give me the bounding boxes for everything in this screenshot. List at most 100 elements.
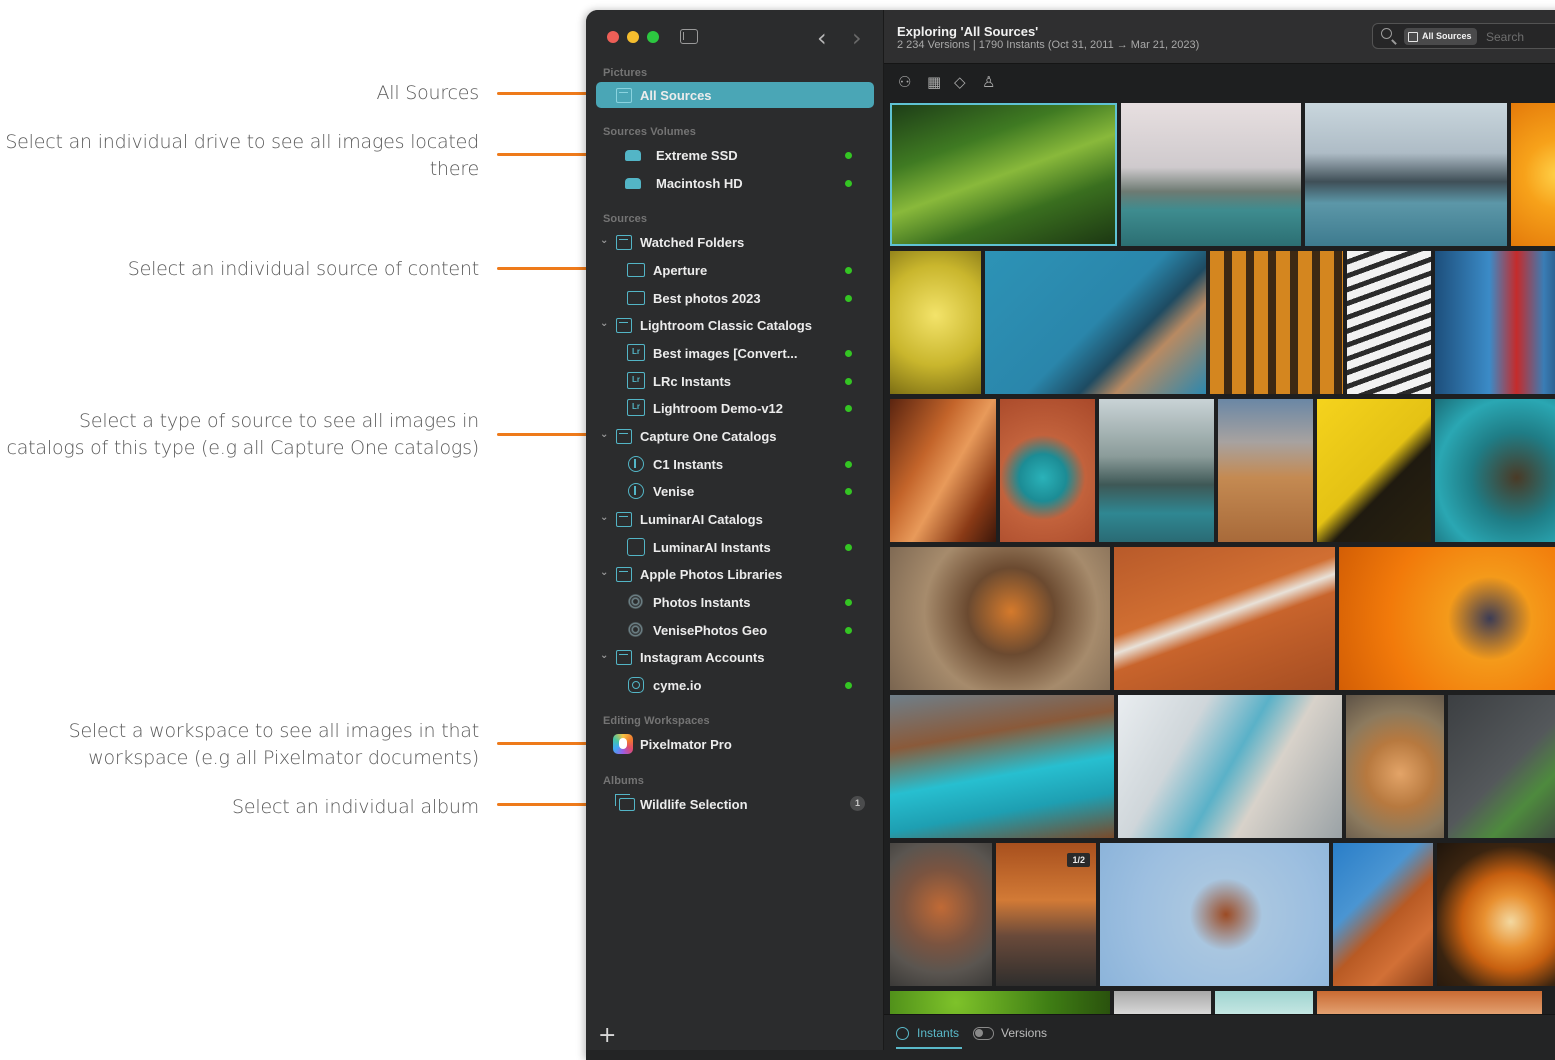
chevron-down-icon[interactable]: ⌄ (600, 650, 608, 661)
sidebar-item-best-photos-2023[interactable]: Best photos 2023 (596, 285, 874, 311)
photo-thumbnail[interactable] (1437, 843, 1555, 986)
lightroom-icon: Lr (627, 399, 645, 416)
annotation-text: Select an individual source of content (127, 258, 479, 280)
sidebar-item-label: Apple Photos Libraries (640, 566, 783, 582)
photo-thumbnail[interactable] (1114, 547, 1335, 690)
sidebar-item-label: cyme.io (653, 677, 702, 693)
sidebar-item-capture-one-catalogs[interactable]: ⌄ Capture One Catalogs (596, 423, 874, 449)
sidebar-item-wildlife-selection[interactable]: Wildlife Selection 1 (596, 791, 874, 817)
sidebar-item-best-images[interactable]: Lr Best images [Convert... (596, 340, 874, 366)
photos-icon (628, 622, 643, 637)
photo-thumbnail[interactable] (1218, 399, 1313, 542)
chevron-down-icon[interactable]: ⌄ (600, 512, 608, 523)
photo-thumbnail[interactable] (1346, 695, 1444, 838)
instants-tab[interactable]: Instants (917, 1026, 959, 1040)
photo-thumbnail[interactable] (890, 399, 996, 542)
photo-thumbnail[interactable] (890, 547, 1110, 690)
sidebar-item-watched-folders[interactable]: ⌄ Watched Folders (596, 229, 874, 255)
sidebar-item-c1-instants[interactable]: C1 Instants (596, 451, 874, 477)
photo-thumbnail[interactable] (1099, 399, 1214, 542)
photo-thumbnail[interactable] (1215, 991, 1313, 1014)
annotation-text: Select an individual drive to see all im… (5, 131, 479, 180)
archive-icon (616, 567, 632, 582)
sidebar-item-lrc-instants[interactable]: Lr LRc Instants (596, 368, 874, 394)
folder-icon (627, 291, 645, 305)
photo-thumbnail[interactable] (1339, 547, 1555, 690)
minimize-window-button[interactable] (627, 31, 639, 43)
photo-grid: 1/2 (884, 10, 1555, 1050)
sidebar-item-extreme-ssd[interactable]: Extreme SSD (596, 142, 874, 168)
photo-thumbnail[interactable] (1435, 399, 1555, 542)
lightroom-icon: Lr (627, 344, 645, 361)
photo-thumbnail[interactable] (985, 251, 1206, 394)
sidebar-item-label: Aperture (653, 262, 708, 278)
zoom-window-button[interactable] (647, 31, 659, 43)
photo-thumbnail[interactable] (1305, 103, 1507, 246)
sidebar-item-label: Photos Instants (653, 594, 751, 610)
status-dot (845, 267, 852, 274)
sidebar-item-luminarai-instants[interactable]: LuminarAI Instants (596, 534, 874, 560)
sidebar-item-instagram-accounts[interactable]: ⌄ Instagram Accounts (596, 644, 874, 670)
sidebar-item-label: Capture One Catalogs (640, 428, 777, 444)
section-volumes: Sources Volumes (603, 126, 696, 138)
archive-icon (616, 650, 632, 665)
photo-thumbnail[interactable] (890, 251, 981, 394)
sidebar-item-label: Macintosh HD (656, 175, 743, 191)
add-icon[interactable]: + (598, 1023, 616, 1048)
sidebar-item-pixelmator-pro[interactable]: Pixelmator Pro (596, 731, 874, 757)
photo-thumbnail[interactable] (890, 695, 1114, 838)
sidebar-item-aperture[interactable]: Aperture (596, 257, 874, 283)
photo-thumbnail[interactable] (1100, 843, 1329, 986)
sidebar-item-lightroom-classic-catalogs[interactable]: ⌄ Lightroom Classic Catalogs (596, 312, 874, 338)
photo-thumbnail[interactable] (1317, 991, 1542, 1014)
photo-thumbnail[interactable] (890, 843, 992, 986)
main-pane: Exploring 'All Sources' 2 234 Versions |… (884, 10, 1555, 1050)
sidebar-item-label: Watched Folders (640, 234, 745, 250)
active-tab-underline (896, 1047, 962, 1049)
chevron-down-icon[interactable]: ⌄ (600, 567, 608, 578)
archive-icon (616, 88, 632, 103)
photo-thumbnail[interactable] (1347, 251, 1431, 394)
drive-icon (625, 150, 641, 161)
photo-thumbnail[interactable] (1114, 991, 1211, 1014)
sidebar-toggle-icon[interactable] (680, 29, 698, 44)
photo-thumbnail[interactable]: 1/2 (996, 843, 1096, 986)
photo-thumbnail[interactable] (1000, 399, 1095, 542)
sidebar-item-venisephotos-geo[interactable]: VenisePhotos Geo (596, 617, 874, 643)
luminar-icon (627, 538, 645, 556)
photo-thumbnail[interactable] (1333, 843, 1433, 986)
photo-thumbnail[interactable] (1118, 695, 1342, 838)
sidebar-item-all-sources[interactable]: All Sources (596, 82, 874, 108)
sidebar-item-apple-photos-libraries[interactable]: ⌄ Apple Photos Libraries (596, 561, 874, 587)
sidebar-item-venise[interactable]: Venise (596, 478, 874, 504)
photo-thumbnail[interactable] (1121, 103, 1301, 246)
chevron-down-icon[interactable]: ⌄ (600, 318, 608, 329)
sidebar-item-luminarai-catalogs[interactable]: ⌄ LuminarAI Catalogs (596, 506, 874, 532)
status-dot (845, 350, 852, 357)
photo-thumbnail[interactable] (1448, 695, 1555, 838)
photo-thumbnail[interactable] (1435, 251, 1555, 394)
sidebar-item-photos-instants[interactable]: Photos Instants (596, 589, 874, 615)
versions-toggle-icon[interactable] (973, 1027, 994, 1040)
photo-thumbnail[interactable] (890, 103, 1117, 246)
close-window-button[interactable] (607, 31, 619, 43)
status-dot (845, 180, 852, 187)
back-arrow-icon[interactable]: ‹ (817, 24, 827, 52)
photo-thumbnail[interactable] (1511, 103, 1555, 246)
photo-thumbnail[interactable] (890, 991, 1110, 1014)
instants-radio-icon[interactable] (896, 1027, 909, 1040)
status-dot (845, 488, 852, 495)
album-icon (615, 794, 635, 811)
sidebar-item-lightroom-demo[interactable]: Lr Lightroom Demo-v12 (596, 395, 874, 421)
photo-thumbnail[interactable] (1317, 399, 1431, 542)
versions-tab[interactable]: Versions (1001, 1026, 1047, 1040)
chevron-down-icon[interactable]: ⌄ (600, 429, 608, 440)
chevron-down-icon[interactable]: ⌄ (600, 235, 608, 246)
sidebar-item-macintosh-hd[interactable]: Macintosh HD (596, 170, 874, 196)
photo-thumbnail[interactable] (1210, 251, 1343, 394)
sidebar-item-label: Wildlife Selection (640, 796, 748, 812)
forward-arrow-icon[interactable]: › (852, 24, 862, 52)
sidebar-item-cyme-io[interactable]: cyme.io (596, 672, 874, 698)
version-count-badge: 1/2 (1067, 853, 1090, 867)
folder-icon (627, 263, 645, 277)
